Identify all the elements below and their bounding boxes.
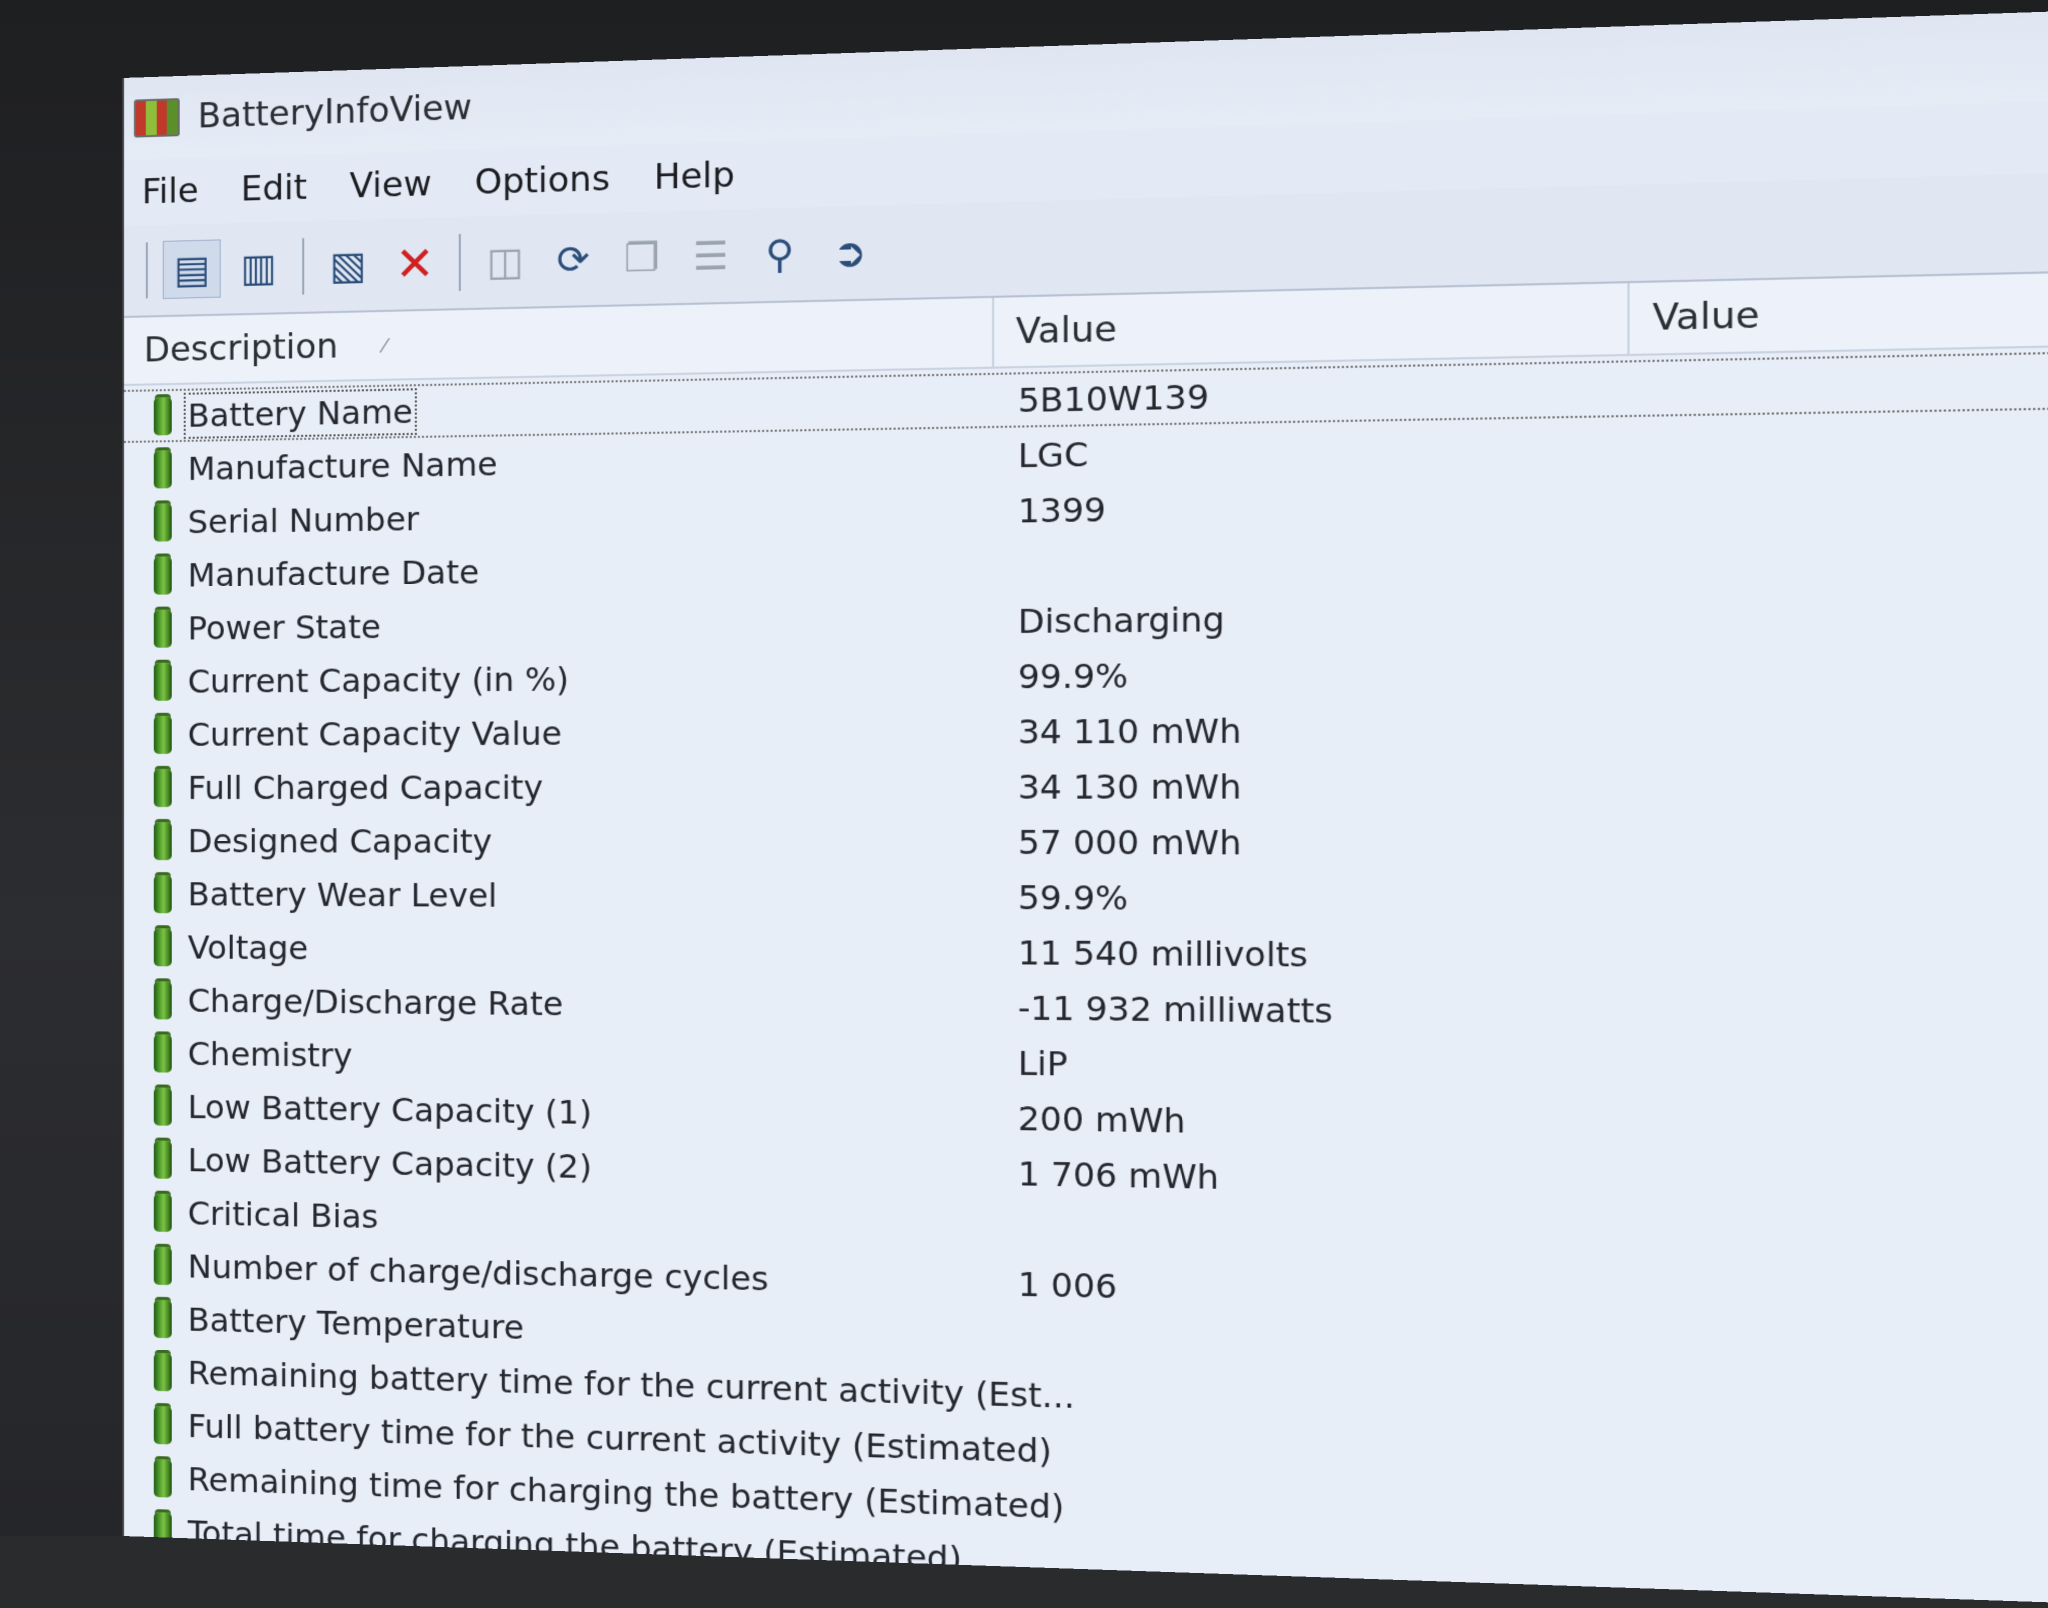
description-text: Voltage — [187, 927, 309, 967]
battery-icon — [153, 821, 172, 860]
find-icon[interactable]: ⚲ — [751, 225, 810, 284]
description-text: Current Capacity (in %) — [187, 659, 570, 701]
description-text: Current Capacity Value — [187, 713, 562, 754]
value-text: 200 mWh — [1017, 1098, 1186, 1141]
menu-edit[interactable]: Edit — [241, 167, 307, 209]
battery-icon — [153, 396, 172, 435]
value-text: LGC — [1017, 434, 1089, 476]
delete-icon[interactable]: ✕ — [386, 234, 443, 292]
description-text: Low Battery Capacity (1) — [187, 1087, 592, 1132]
list-item[interactable]: Designed Capacity 57 000 mWh — [124, 814, 2048, 873]
battery-info-list: Battery Name 5B10W139 Manufacture Name LGC… — [123, 344, 2048, 1608]
menu-options[interactable]: Options — [475, 158, 610, 203]
battery-icon — [153, 1033, 172, 1073]
description-text: Battery Name — [183, 387, 417, 439]
value-text: 1399 — [1017, 489, 1107, 531]
column-header-value-2-label: Value — [1652, 294, 1760, 340]
description-text: Number of charge/discharge cycles — [187, 1246, 769, 1299]
description-text: Chemistry — [187, 1034, 353, 1075]
battery-icon — [153, 609, 172, 648]
value-text — [994, 1339, 1629, 1354]
value-text: 1 706 mWh — [1017, 1153, 1220, 1197]
description-text: Battery Temperature — [187, 1300, 524, 1347]
toolbar-grip — [145, 242, 148, 299]
save-icon[interactable]: ◫ — [476, 232, 534, 290]
value-text — [994, 1504, 1629, 1524]
value-text: 34 110 mWh — [1017, 710, 1242, 752]
value-text — [994, 1228, 1629, 1240]
description-text: Battery Wear Level — [187, 874, 498, 915]
window-title: BatteryInfoView — [197, 87, 472, 137]
battery-icon — [153, 1139, 172, 1179]
refresh-icon[interactable]: ⟳ — [544, 230, 602, 289]
battery-icon — [153, 555, 172, 595]
app-window: BatteryInfoView File Edit View Options H… — [122, 5, 2048, 1608]
value-text: Discharging — [1017, 599, 1225, 641]
battery-icon — [153, 1405, 172, 1444]
battery-icon — [153, 662, 172, 701]
battery-icon — [153, 1352, 172, 1391]
battery-icon — [153, 1299, 172, 1338]
description-text: Manufacture Date — [187, 552, 480, 594]
html-report-icon[interactable]: ▧ — [319, 236, 376, 294]
toolbar-separator — [302, 238, 305, 295]
battery-icon — [153, 1458, 172, 1498]
value-text — [994, 559, 1629, 566]
menu-view[interactable]: View — [349, 164, 431, 207]
battery-icon — [153, 1086, 172, 1126]
value-text: LiP — [1017, 1043, 1068, 1084]
battery-icon — [153, 449, 172, 489]
value-text: -11 932 milliwatts — [1017, 987, 1333, 1031]
description-text: Charge/Discharge Rate — [187, 981, 564, 1023]
column-header-value[interactable]: Value — [994, 283, 1630, 367]
column-header-value-2[interactable]: Value — [1630, 269, 2048, 353]
battery-icon — [153, 768, 172, 807]
battery-icon — [153, 502, 172, 542]
battery-icon — [153, 1193, 172, 1232]
properties-icon[interactable]: ▤ — [162, 239, 221, 300]
column-header-description-label: Description — [143, 326, 339, 371]
value-text — [994, 1394, 1629, 1411]
description-text: Critical Bias — [187, 1193, 379, 1236]
battery-icon — [153, 874, 172, 913]
copy-icon[interactable]: ❐ — [613, 228, 671, 287]
value-text — [994, 1559, 1629, 1581]
column-header-value-label: Value — [1015, 308, 1117, 353]
description-text: Low Battery Capacity (2) — [187, 1140, 592, 1186]
value-text: 11 540 millivolts — [1017, 932, 1308, 975]
list-item[interactable]: Current Capacity Value 34 110 mWh — [124, 698, 2048, 761]
battery-icon — [153, 1511, 172, 1551]
toolbar-separator — [458, 233, 461, 291]
battery-icon — [153, 1246, 172, 1285]
battery-icon — [153, 980, 172, 1019]
value-text: 1 006 — [1017, 1264, 1118, 1306]
description-text: Manufacture Name — [187, 444, 498, 488]
description-text: Power State — [187, 607, 381, 648]
properties-disabled-icon[interactable]: ☰ — [681, 227, 740, 286]
menu-file[interactable]: File — [142, 171, 199, 213]
description-text: Designed Capacity — [187, 821, 493, 861]
value-text: 59.9% — [1017, 877, 1129, 918]
value-text: 5B10W139 — [1017, 376, 1210, 420]
list-item[interactable]: Full Charged Capacity 34 130 mWh — [124, 756, 2048, 814]
value-text: 34 130 mWh — [1017, 766, 1242, 807]
sort-arrow-icon: ⁄ — [382, 333, 387, 358]
value-text — [994, 1449, 1629, 1467]
battery-icon — [153, 927, 172, 966]
value-text: 99.9% — [1017, 655, 1129, 696]
description-text: Serial Number — [187, 499, 420, 541]
description-text: Full Charged Capacity — [187, 767, 544, 807]
exit-icon[interactable]: ➲ — [820, 223, 879, 282]
app-icon — [133, 98, 180, 138]
battery-icon — [153, 715, 172, 754]
clipboard-icon[interactable]: ▥ — [231, 239, 287, 297]
value-text: 57 000 mWh — [1017, 822, 1242, 863]
menu-help[interactable]: Help — [654, 155, 735, 198]
